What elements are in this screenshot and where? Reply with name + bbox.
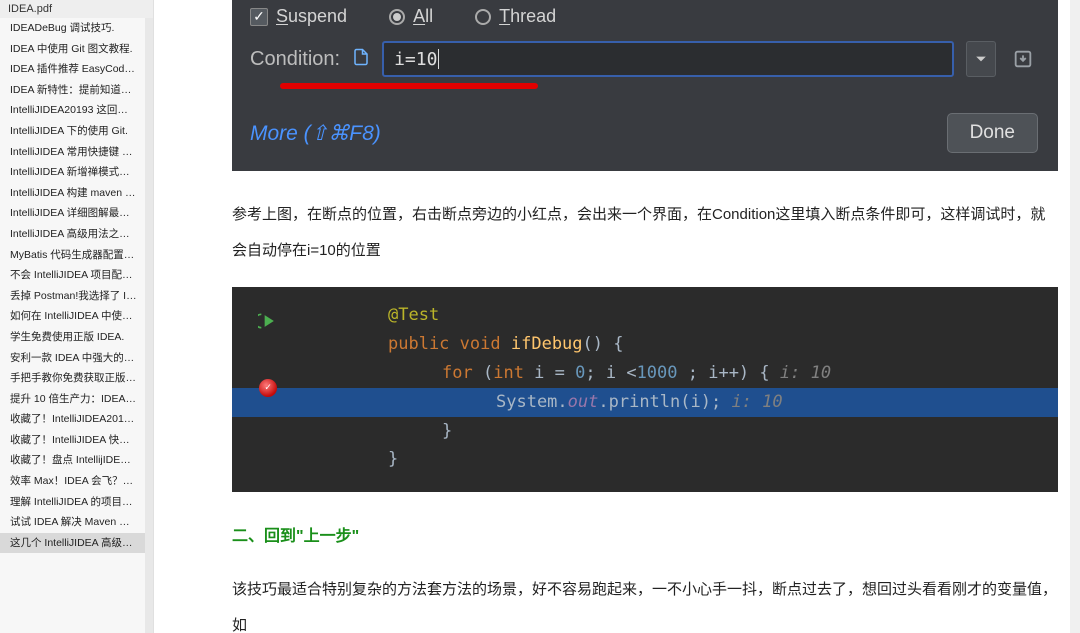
chevron-down-icon bbox=[975, 53, 987, 65]
sidebar-list[interactable]: IDEADeBug 调试技巧.IDEA 中使用 Git 图文教程.IDEA 插件… bbox=[0, 18, 145, 633]
suspend-checkbox[interactable]: ✓ SSuspenduspend bbox=[250, 6, 347, 27]
paragraph-2: 该技巧最适合特别复杂的方法套方法的场景，好不容易跑起来，一不小心手一抖，断点过去… bbox=[232, 572, 1058, 633]
checkbox-icon: ✓ bbox=[250, 8, 268, 26]
sidebar-item[interactable]: 收藏了！IntelliJIDEA 快捷… bbox=[0, 430, 145, 451]
section-heading: 二、回到"上一步" bbox=[232, 522, 1058, 546]
gutter bbox=[248, 287, 288, 492]
sidebar-item[interactable]: 不会 IntelliJIDEA 项目配置… bbox=[0, 265, 145, 286]
more-link[interactable]: More (⇧⌘F8) bbox=[250, 121, 381, 146]
sidebar-item[interactable]: IntelliJIDEA 下的使用 Git. bbox=[0, 121, 145, 142]
sidebar-item[interactable]: IntelliJIDEA 详细图解最常… bbox=[0, 203, 145, 224]
radio-all[interactable]: All bbox=[389, 6, 433, 27]
highlight-underline bbox=[280, 83, 538, 89]
sidebar-item[interactable]: IDEA 新特性：提前知道代… bbox=[0, 80, 145, 101]
sidebar-item[interactable]: 理解 IntelliJIDEA 的项目配… bbox=[0, 492, 145, 513]
run-icon[interactable] bbox=[258, 311, 278, 341]
sidebar-scrollbar[interactable] bbox=[145, 18, 153, 633]
condition-label: Condition: bbox=[250, 48, 340, 71]
import-icon[interactable] bbox=[1008, 41, 1038, 77]
sidebar-item[interactable]: IDEA 插件推荐 EasyCode 一… bbox=[0, 59, 145, 80]
sidebar-item[interactable]: IntelliJIDEA 构建 maven 多… bbox=[0, 183, 145, 204]
sidebar-title: IDEA.pdf bbox=[0, 0, 153, 18]
sidebar-item[interactable]: IDEA 中使用 Git 图文教程. bbox=[0, 39, 145, 60]
sidebar-item[interactable]: IntelliJIDEA 新增禅模式和 Li… bbox=[0, 162, 145, 183]
sidebar-item[interactable]: 提升 10 倍生产力：IDEA远… bbox=[0, 389, 145, 410]
main-content: ✓ SSuspenduspend All Thread Condition: bbox=[154, 0, 1070, 633]
radio-icon bbox=[475, 9, 491, 25]
breakpoint-dialog: ✓ SSuspenduspend All Thread Condition: bbox=[232, 0, 1058, 171]
sidebar-item[interactable]: IDEADeBug 调试技巧. bbox=[0, 18, 145, 39]
sidebar-item[interactable]: IntelliJIDEA20193 这回真… bbox=[0, 100, 145, 121]
sidebar-item[interactable]: IntelliJIDEA 常用快捷键 Ma… bbox=[0, 142, 145, 163]
done-button[interactable]: Done bbox=[947, 113, 1038, 153]
sidebar-item[interactable]: 丢掉 Postman!我选择了 IDE… bbox=[0, 286, 145, 307]
radio-icon bbox=[389, 9, 405, 25]
file-icon bbox=[352, 46, 370, 73]
sidebar-item[interactable]: MyBatis 代码生成器配置详… bbox=[0, 245, 145, 266]
sidebar: IDEA.pdf IDEADeBug 调试技巧.IDEA 中使用 Git 图文教… bbox=[0, 0, 154, 633]
sidebar-item[interactable]: 手把手教你免费获取正版 Int… bbox=[0, 368, 145, 389]
condition-input[interactable]: i=10 bbox=[382, 41, 954, 77]
sidebar-item[interactable]: 收藏了！盘点 IntellijIDEA 那… bbox=[0, 450, 145, 471]
sidebar-item[interactable]: 如何在 IntelliJIDEA 中使用 Git. bbox=[0, 306, 145, 327]
sidebar-item[interactable]: 效率 Max！IDEA 会飞？只… bbox=[0, 471, 145, 492]
sidebar-item[interactable]: 收藏了！IntelliJIDEA2019 … bbox=[0, 409, 145, 430]
sidebar-item[interactable]: 试试 IDEA 解决 Maven 依赖… bbox=[0, 512, 145, 533]
radio-thread[interactable]: Thread bbox=[475, 6, 556, 27]
paragraph-1: 参考上图，在断点的位置，右击断点旁边的小红点，会出来一个界面，在Conditio… bbox=[232, 197, 1058, 269]
condition-dropdown[interactable] bbox=[966, 41, 996, 77]
sidebar-item[interactable]: IntelliJIDEA 高级用法之：集… bbox=[0, 224, 145, 245]
breakpoint-icon[interactable] bbox=[259, 379, 277, 397]
code-editor: @Test public void ifDebug() { for (int i… bbox=[232, 287, 1058, 492]
sidebar-item[interactable]: 这几个 IntelliJIDEA 高级调… bbox=[0, 533, 145, 554]
sidebar-item[interactable]: 学生免费使用正版 IDEA. bbox=[0, 327, 145, 348]
main-scrollbar[interactable] bbox=[1070, 0, 1080, 633]
sidebar-item[interactable]: 安利一款 IDEA 中强大的代… bbox=[0, 348, 145, 369]
